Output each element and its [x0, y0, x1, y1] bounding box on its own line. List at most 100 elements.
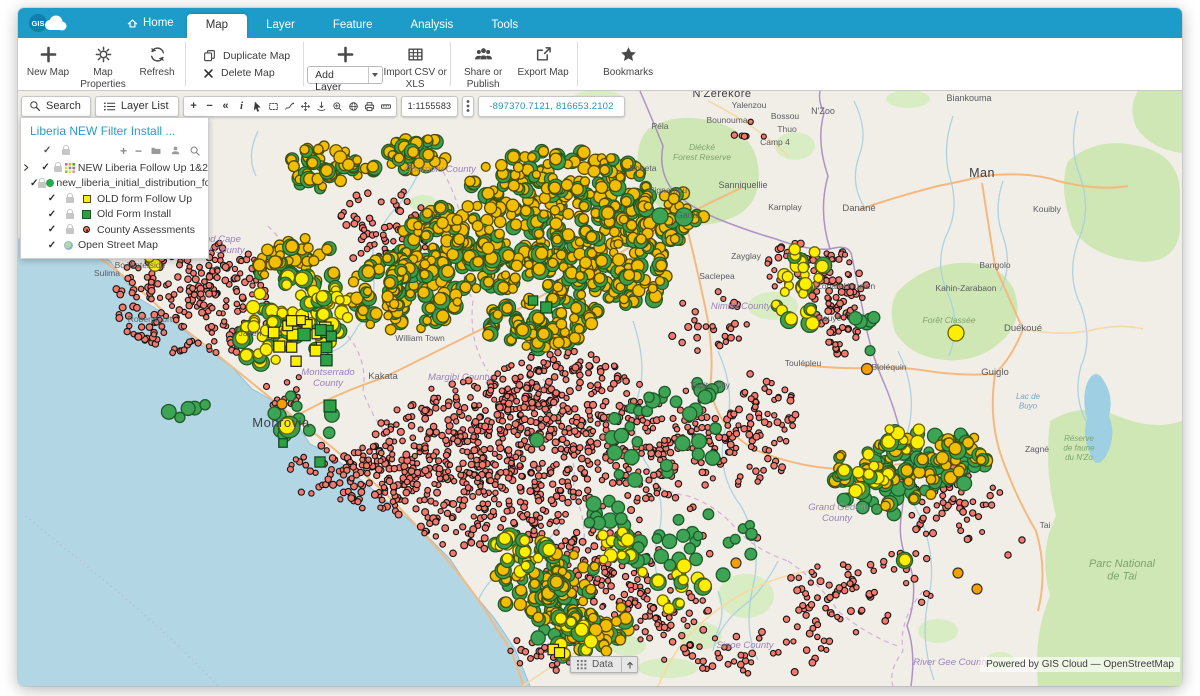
- map-point-red[interactable]: [891, 567, 897, 573]
- map-point-red[interactable]: [909, 512, 915, 518]
- map-point-red[interactable]: [538, 423, 545, 430]
- map-point-red[interactable]: [391, 490, 397, 496]
- map-point-red[interactable]: [600, 403, 605, 408]
- layer-lock-icon[interactable]: [61, 194, 78, 203]
- layer-visibility-checkbox[interactable]: ✓: [43, 193, 61, 204]
- map-point-gold[interactable]: [533, 263, 545, 275]
- map-point-yellow[interactable]: [502, 553, 512, 563]
- map-point-red[interactable]: [191, 270, 197, 276]
- map-point-red[interactable]: [970, 510, 976, 516]
- map-point-red[interactable]: [586, 370, 592, 376]
- map-point-green[interactable]: [746, 528, 757, 539]
- map-point-red[interactable]: [553, 667, 559, 673]
- map-point-red[interactable]: [766, 389, 772, 395]
- layer-list-button[interactable]: Layer List: [95, 96, 179, 117]
- map-point-red[interactable]: [481, 545, 488, 552]
- map-point-red[interactable]: [460, 460, 466, 466]
- map-point-red[interactable]: [532, 479, 538, 485]
- map-point-red[interactable]: [749, 650, 756, 657]
- map-point-red[interactable]: [509, 460, 514, 465]
- map-point-red[interactable]: [303, 462, 309, 468]
- map-point-gold[interactable]: [390, 299, 399, 308]
- map-point-red[interactable]: [668, 622, 674, 628]
- map-point-red[interactable]: [741, 133, 747, 139]
- map-point-red[interactable]: [662, 491, 668, 497]
- map-point-gold[interactable]: [460, 282, 471, 293]
- map-point-red[interactable]: [647, 635, 653, 641]
- map-point-yellow[interactable]: [885, 425, 894, 434]
- map-point-red[interactable]: [175, 274, 181, 280]
- map-point-red[interactable]: [856, 270, 863, 277]
- map-point-red[interactable]: [383, 429, 389, 435]
- map-point-red[interactable]: [495, 371, 501, 377]
- map-point-red[interactable]: [551, 374, 557, 380]
- map-point-yellow[interactable]: [663, 603, 674, 614]
- map-point-yellow[interactable]: [789, 244, 800, 255]
- map-point-red[interactable]: [552, 447, 558, 453]
- map-point-gold[interactable]: [548, 258, 557, 267]
- map-point-green[interactable]: [698, 390, 712, 404]
- map-point-gold[interactable]: [936, 452, 948, 464]
- map-point-red[interactable]: [770, 650, 776, 656]
- layer-panel-title[interactable]: Liberia NEW Filter Install ...: [21, 118, 208, 143]
- map-point-red[interactable]: [547, 521, 552, 526]
- map-point-gold[interactable]: [563, 208, 574, 219]
- map-point-red[interactable]: [517, 484, 523, 490]
- map-point-red[interactable]: [568, 539, 574, 545]
- map-point-gold[interactable]: [424, 135, 433, 144]
- map-point-red[interactable]: [500, 376, 506, 382]
- map-point-red[interactable]: [365, 190, 372, 197]
- map-point-ysquare[interactable]: [268, 327, 279, 338]
- map-point-green[interactable]: [661, 459, 673, 471]
- map-point-red[interactable]: [590, 401, 597, 408]
- layer-visibility-checkbox[interactable]: ✓: [30, 178, 38, 189]
- map-point-red[interactable]: [338, 212, 344, 218]
- map-point-red[interactable]: [833, 592, 839, 598]
- map-point-red[interactable]: [603, 588, 609, 594]
- map-point-red[interactable]: [964, 536, 971, 543]
- map-point-red[interactable]: [779, 464, 786, 471]
- map-point-red[interactable]: [835, 614, 840, 619]
- map-point-red[interactable]: [451, 478, 456, 483]
- layer-visibility-checkbox[interactable]: ✓: [39, 162, 52, 173]
- map-point-red[interactable]: [434, 399, 439, 404]
- map-point-yellow[interactable]: [246, 301, 259, 314]
- map-point-red[interactable]: [479, 461, 486, 468]
- map-point-red[interactable]: [381, 224, 387, 230]
- map-point-gold[interactable]: [612, 617, 622, 627]
- map-point-gold[interactable]: [550, 218, 562, 230]
- map-point-red[interactable]: [794, 624, 800, 630]
- map-point-yellow[interactable]: [798, 262, 808, 272]
- map-point-red[interactable]: [638, 637, 643, 642]
- map-point-gsquare[interactable]: [315, 325, 326, 336]
- map-point-red[interactable]: [859, 607, 865, 613]
- map-point-gold[interactable]: [521, 206, 531, 216]
- tab-tools[interactable]: Tools: [472, 14, 537, 38]
- map-point-red[interactable]: [731, 320, 738, 327]
- map-point-red[interactable]: [378, 505, 383, 510]
- map-point-red[interactable]: [394, 422, 399, 427]
- map-point-red[interactable]: [553, 518, 559, 524]
- map-point-red[interactable]: [422, 530, 427, 535]
- map-point-red[interactable]: [791, 639, 796, 644]
- map-point-red[interactable]: [603, 422, 609, 428]
- map-point-red[interactable]: [170, 350, 176, 356]
- map-point-gold[interactable]: [484, 277, 494, 287]
- map-point-red[interactable]: [402, 498, 408, 504]
- map-point-red[interactable]: [482, 423, 489, 430]
- map-point-red[interactable]: [522, 395, 528, 401]
- map-point-red[interactable]: [625, 600, 631, 606]
- map-point-gsquare[interactable]: [528, 296, 537, 305]
- map-point-red[interactable]: [343, 222, 350, 229]
- map-point-ysquare[interactable]: [555, 648, 565, 658]
- map-point-gold[interactable]: [533, 312, 545, 324]
- map-point-red[interactable]: [518, 442, 524, 448]
- map-point-red[interactable]: [173, 317, 179, 323]
- map-point-red[interactable]: [731, 411, 737, 417]
- map-point-green[interactable]: [705, 451, 720, 466]
- map-point-red[interactable]: [362, 227, 367, 232]
- map-point-red[interactable]: [206, 262, 212, 268]
- map-point-red[interactable]: [519, 473, 525, 479]
- map-point-red[interactable]: [547, 426, 554, 433]
- map-point-red[interactable]: [680, 300, 686, 306]
